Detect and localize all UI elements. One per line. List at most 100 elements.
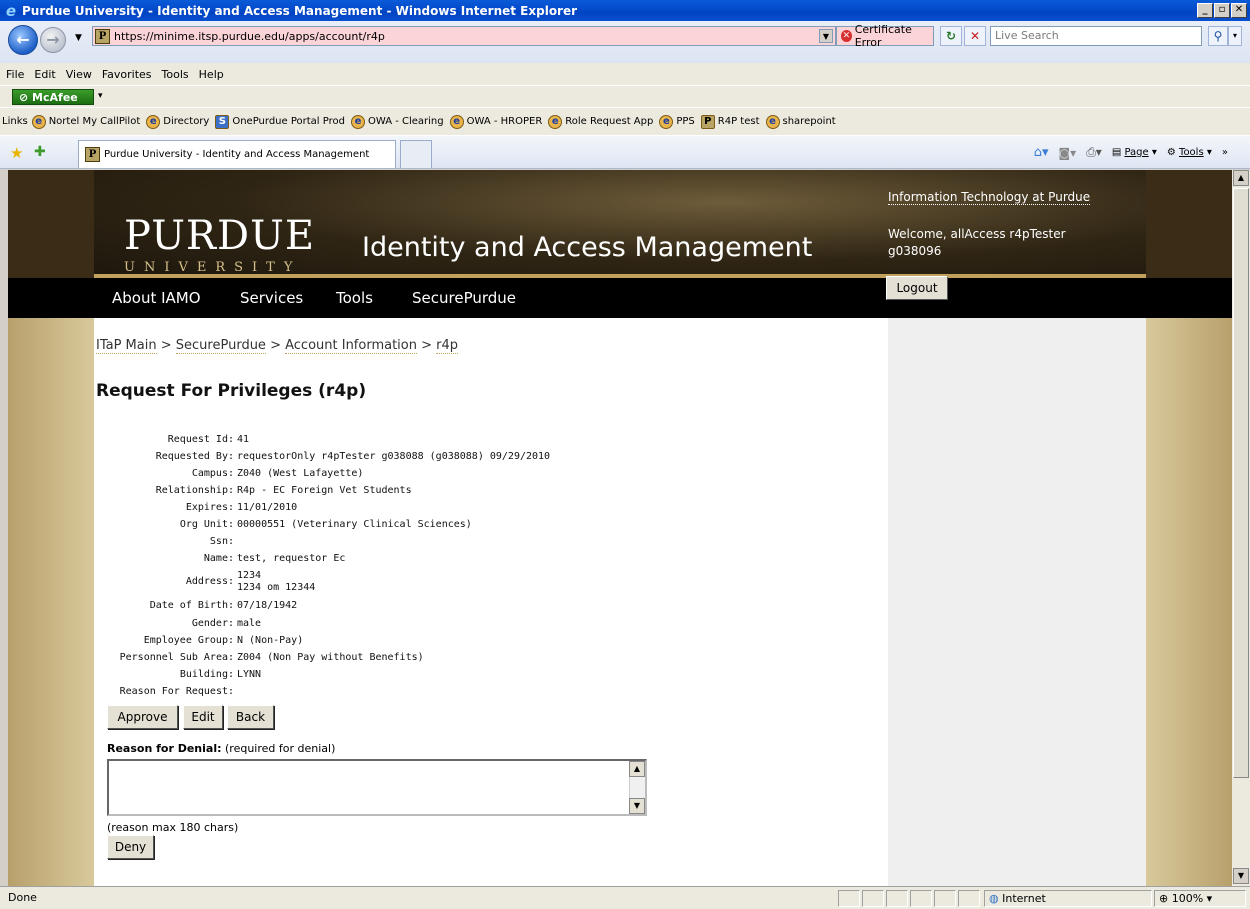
tools-gear-icon: ⚙ [1166, 147, 1176, 158]
status-segment [886, 890, 908, 907]
window-title: Purdue University - Identity and Access … [22, 3, 578, 18]
nav-services[interactable]: Services [240, 289, 303, 307]
maximize-button[interactable]: ▫ [1214, 3, 1230, 18]
ie-page-icon: e [449, 114, 464, 129]
page-menu[interactable]: ▤ Page ▾ [1112, 147, 1157, 158]
mcafee-dropdown-icon[interactable]: ▾ [98, 91, 103, 101]
address-dropdown-icon[interactable]: ▼ [819, 29, 833, 43]
back-button[interactable]: Back [227, 705, 274, 729]
field-value-gender: male [237, 618, 262, 629]
back-nav-button[interactable]: ← [8, 25, 38, 55]
command-bar: ⌂▾ ◙▾ ⎙▾ ▤ Page ▾ ⚙ Tools ▾ » [1034, 145, 1228, 160]
stop-icon[interactable]: ✕ [964, 26, 986, 46]
page-title: Request For Privileges (r4p) [96, 381, 367, 401]
minimize-button[interactable]: _ [1197, 3, 1213, 18]
link-label: PPS [676, 116, 695, 127]
link-label: R4P test [717, 116, 760, 127]
link-owa-hroper[interactable]: e OWA - HROPER [449, 114, 542, 129]
approve-button[interactable]: Approve [107, 705, 178, 729]
search-input[interactable]: Live Search [990, 26, 1202, 46]
link-nortel[interactable]: e Nortel My CallPilot [31, 114, 140, 129]
breadcrumb-securepurdue[interactable]: SecurePurdue [175, 338, 266, 354]
certificate-error-button[interactable]: ✕ Certificate Error [836, 23, 934, 49]
tools-menu[interactable]: ⚙ Tools ▾ [1167, 147, 1212, 158]
purdue-logo[interactable]: PURDUE [124, 216, 315, 256]
zoom-control[interactable]: ⊕ 100% ▾ [1154, 890, 1246, 907]
address-toolbar: ← → ▼ P https://minime.itsp.purdue.edu/a… [0, 21, 1250, 63]
feeds-icon[interactable]: ◙▾ [1059, 146, 1077, 160]
page-scrollbar[interactable]: ▲ ▼ [1232, 170, 1250, 886]
welcome-line-2: g038096 [888, 244, 942, 258]
field-value-campus: Z040 (West Lafayette) [237, 468, 364, 479]
refresh-icon[interactable]: ↻ [940, 26, 962, 46]
nav-about-iamo[interactable]: About IAMO [112, 289, 201, 307]
status-segment [862, 890, 884, 907]
print-icon[interactable]: ⎙▾ [1086, 145, 1102, 160]
nav-securepurdue[interactable]: SecurePurdue [412, 289, 516, 307]
deny-button[interactable]: Deny [107, 835, 154, 859]
menu-edit[interactable]: Edit [34, 68, 55, 81]
field-value-employee-group: N (Non-Pay) [237, 635, 304, 646]
home-icon[interactable]: ⌂▾ [1034, 145, 1049, 160]
close-window-button[interactable]: ✕ [1231, 3, 1247, 18]
menu-view[interactable]: View [66, 68, 92, 81]
field-value-requested-by: requestorOnly r4pTester g038088 (g038088… [237, 451, 551, 462]
logout-button[interactable]: Logout [886, 276, 948, 300]
link-pps[interactable]: e PPS [659, 114, 695, 129]
mcafee-button[interactable]: ⊘ McAfee [12, 89, 94, 105]
link-r4p-test[interactable]: P R4P test [700, 114, 760, 129]
breadcrumb-itap-main[interactable]: ITaP Main [96, 338, 157, 354]
search-icon[interactable]: ⚲ [1208, 26, 1228, 46]
scroll-up-icon[interactable]: ▲ [1233, 170, 1249, 186]
forward-nav-button[interactable]: → [40, 27, 66, 53]
zoom-level: 100% [1171, 892, 1204, 905]
scrollbar-thumb[interactable] [1233, 188, 1249, 778]
status-bar: Done ◍ Internet ⊕ 100% ▾ [0, 886, 1250, 909]
link-owa-clearing[interactable]: e OWA - Clearing [350, 114, 444, 129]
ie-logo-icon: e [5, 1, 17, 20]
status-segment [958, 890, 980, 907]
field-label: Relationship: [155, 485, 234, 496]
page-icon: ▤ [1111, 147, 1122, 158]
favorites-star-icon[interactable]: ★ [10, 144, 23, 162]
add-favorite-icon[interactable]: ✚ [34, 144, 46, 160]
field-label: Personnel Sub Area: [119, 652, 234, 663]
scroll-down-icon[interactable]: ▼ [1233, 868, 1249, 884]
menu-help[interactable]: Help [199, 68, 224, 81]
new-tab-button[interactable] [400, 140, 432, 168]
itap-link[interactable]: Information Technology at Purdue [888, 190, 1091, 205]
link-onepurdue[interactable]: S OnePurdue Portal Prod [215, 114, 345, 129]
security-zone[interactable]: ◍ Internet [984, 890, 1152, 907]
link-role-request[interactable]: e Role Request App [548, 114, 654, 129]
site-header: PURDUE UNIVERSITY Identity and Access Ma… [94, 170, 1146, 278]
address-url: https://minime.itsp.purdue.edu/apps/acco… [114, 29, 385, 43]
menu-file[interactable]: File [6, 68, 24, 81]
link-directory[interactable]: e Directory [146, 114, 209, 129]
history-dropdown-icon[interactable]: ▼ [75, 33, 82, 43]
scroll-up-icon[interactable]: ▲ [629, 761, 645, 777]
scroll-down-icon[interactable]: ▼ [629, 798, 645, 814]
field-label: Requested By: [155, 451, 234, 462]
menu-favorites[interactable]: Favorites [102, 68, 152, 81]
breadcrumb: ITaP Main > SecurePurdue > Account Infor… [96, 338, 459, 354]
window-title-bar: e Purdue University - Identity and Acces… [0, 0, 1250, 21]
mcafee-label: McAfee [32, 91, 78, 104]
denial-reason-textarea[interactable]: ▲ ▼ [107, 759, 647, 816]
edit-button[interactable]: Edit [183, 705, 223, 729]
status-segment [910, 890, 932, 907]
chevron-more-icon[interactable]: » [1222, 147, 1228, 158]
field-label: Request Id: [167, 434, 234, 445]
address-bar[interactable]: P https://minime.itsp.purdue.edu/apps/ac… [92, 26, 836, 46]
breadcrumb-r4p[interactable]: r4p [436, 338, 459, 354]
ie-page-icon: e [146, 114, 161, 129]
menu-tools[interactable]: Tools [162, 68, 189, 81]
search-options-icon[interactable]: ▾ [1228, 26, 1242, 46]
link-sharepoint[interactable]: e sharepoint [765, 114, 836, 129]
field-label: Gender: [191, 618, 234, 629]
link-label: Role Request App [565, 116, 654, 127]
field-value-org-unit: 00000551 (Veterinary Clinical Sciences) [237, 519, 472, 530]
nav-tools[interactable]: Tools [336, 289, 373, 307]
tab-current[interactable]: P Purdue University - Identity and Acces… [78, 140, 396, 168]
field-label: Expires: [185, 502, 234, 513]
breadcrumb-account-information[interactable]: Account Information [285, 338, 417, 354]
